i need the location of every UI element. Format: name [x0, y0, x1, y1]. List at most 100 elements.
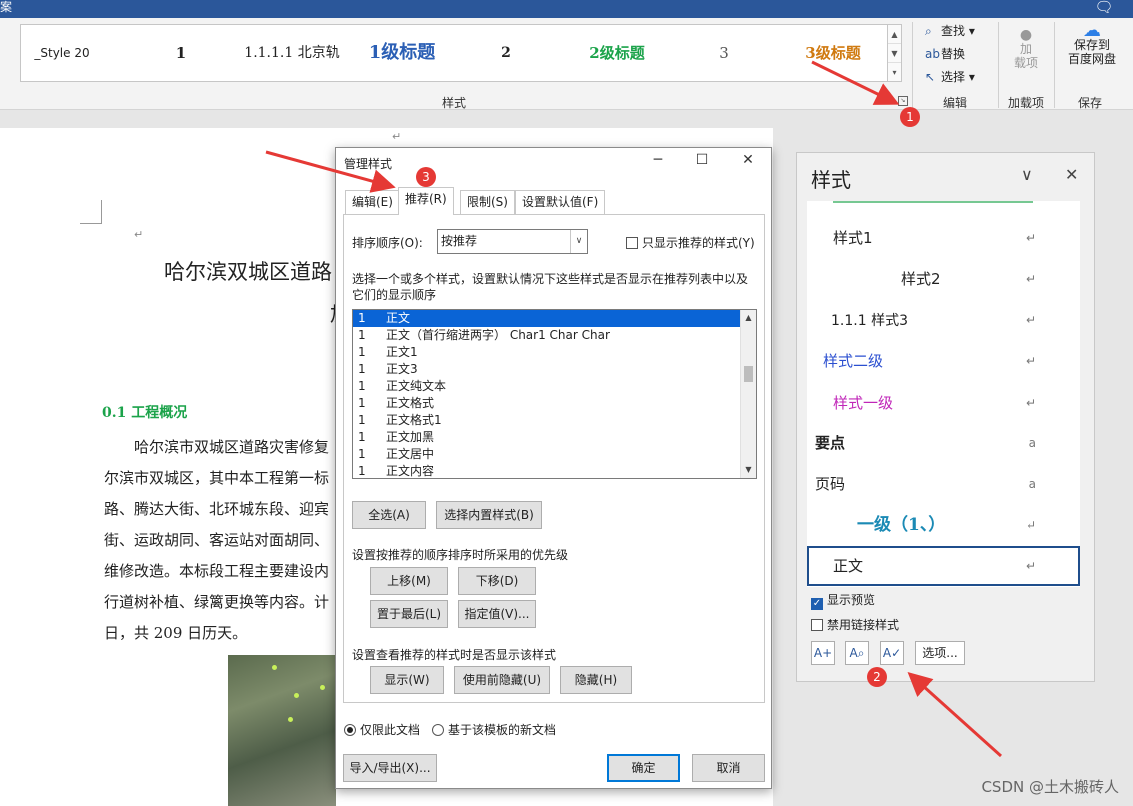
list-item[interactable]: 1 正文1 — [353, 344, 756, 361]
list-item[interactable]: 1 正文 — [353, 310, 756, 327]
style-list[interactable]: 1 正文 1 正文（首行缩进两字） Char1 Char Char 1 正文1 1 正文… — [352, 309, 757, 479]
clipped-list-item — [833, 201, 1033, 203]
ok-button[interactable]: 确定 — [607, 754, 680, 782]
select-all-button[interactable]: 全选(A) — [352, 501, 426, 529]
list-item[interactable]: 1 正文纯文本 — [353, 378, 756, 395]
checkbox-icon — [811, 619, 823, 631]
priority-label: 设置按推荐的顺序排序时所采用的优先级 — [352, 548, 569, 562]
close-icon[interactable]: ✕ — [1065, 165, 1078, 184]
styles-group-label: 样式 — [442, 96, 467, 110]
list-item[interactable]: 1 正文居中 — [353, 446, 756, 463]
minimize-icon[interactable]: ─ — [646, 152, 670, 168]
move-last-button[interactable]: 置于最后(L) — [370, 600, 448, 628]
gallery-scrollbar[interactable]: ▲ ▼ ▾ — [888, 24, 902, 82]
group-divider — [998, 22, 999, 108]
chevron-down-icon[interactable]: ∨ — [1021, 165, 1033, 184]
gallery-style-item[interactable]: 3级标题 — [793, 25, 873, 81]
window-title: 案 — [0, 0, 13, 14]
body-line: 路、腾达大街、北环城东段、迎宾 — [104, 500, 330, 518]
body-line: 日，共 209 日历天。 — [104, 624, 248, 642]
list-item[interactable]: 1 正文格式 — [353, 395, 756, 412]
cancel-button[interactable]: 取消 — [692, 754, 765, 782]
maximize-icon[interactable]: ☐ — [690, 152, 714, 168]
replace-button[interactable]: ab替换 — [925, 45, 965, 62]
map-marker — [288, 717, 293, 722]
gallery-more-icon[interactable]: ▾ — [888, 63, 901, 82]
find-button[interactable]: ⌕ 查找 ▾ — [925, 22, 975, 39]
dialog-title: 管理样式 — [344, 157, 393, 171]
hide-until-used-button[interactable]: 使用前隐藏(U) — [454, 666, 550, 694]
move-down-button[interactable]: 下移(D) — [458, 567, 536, 595]
only-recommended-checkbox[interactable]: 只显示推荐的样式(Y) — [626, 234, 755, 251]
list-item[interactable]: 1 正文（首行缩进两字） Char1 Char Char — [353, 327, 756, 344]
manage-styles-icon[interactable]: A✓ — [880, 641, 904, 665]
tab-set-defaults[interactable]: 设置默认值(F) — [515, 190, 606, 214]
style-item[interactable]: 页码 a — [807, 464, 1080, 504]
gallery-down-icon[interactable]: ▼ — [888, 44, 901, 63]
list-item[interactable]: 1 正文加黑 — [353, 429, 756, 446]
style-item[interactable]: 样式2 ↵ — [807, 259, 1080, 299]
new-documents-radio[interactable]: 基于该模板的新文档 — [432, 721, 556, 738]
checkmark-icon: ✓ — [811, 598, 823, 610]
list-item[interactable]: 1 正文3 — [353, 361, 756, 378]
only-this-document-radio[interactable]: 仅限此文档 — [344, 721, 420, 738]
style-item[interactable]: 要点 a — [807, 423, 1080, 463]
select-button[interactable]: ↖ 选择 ▾ — [925, 68, 975, 85]
hide-button[interactable]: 隐藏(H) — [560, 666, 632, 694]
style-item[interactable]: 样式1 ↵ — [807, 218, 1080, 258]
move-up-button[interactable]: 上移(M) — [370, 567, 448, 595]
list-item[interactable]: 1 正文格式1 — [353, 412, 756, 429]
search-icon: ⌕ — [925, 24, 932, 38]
cursor-icon: ↖ — [925, 70, 936, 84]
paragraph-mark: ↵ — [392, 130, 402, 143]
gallery-style-item[interactable]: 2 — [491, 25, 521, 81]
list-scrollbar[interactable]: ▲ ▼ — [740, 310, 756, 478]
watermark: CSDN @土木搬砖人 — [981, 778, 1119, 796]
gallery-style-item[interactable]: 2级标题 — [577, 25, 657, 81]
recommend-tab-panel: 排序顺序(O): 按推荐 ∨ 只显示推荐的样式(Y) 选择一个或多个样式，设置默… — [343, 214, 765, 703]
select-builtin-button[interactable]: 选择内置样式(B) — [436, 501, 542, 529]
save-to-baidu-button[interactable]: ☁ 保存到 百度网盘 — [1060, 20, 1124, 67]
close-icon[interactable]: ✕ — [736, 152, 760, 168]
style-item[interactable]: 样式二级 ↵ — [807, 341, 1080, 381]
new-style-icon[interactable]: A+ — [811, 641, 835, 665]
styles-dialog-launcher-icon[interactable]: ↘ — [898, 96, 908, 106]
map-marker — [320, 685, 325, 690]
disable-linked-styles-checkbox[interactable]: 禁用链接样式 — [811, 616, 899, 633]
show-button[interactable]: 显示(W) — [370, 666, 444, 694]
gallery-style-item[interactable]: _Style 20 — [27, 25, 97, 81]
comment-icon[interactable]: 🗨 — [1091, 0, 1117, 18]
tab-edit[interactable]: 编辑(E) — [345, 190, 400, 214]
cloud-icon: ☁ — [1083, 20, 1101, 41]
style-item[interactable]: 一级（1、） ↵ — [807, 505, 1080, 545]
scroll-thumb[interactable] — [744, 366, 753, 382]
style-item-selected[interactable]: 正文 ↵ — [807, 546, 1080, 586]
annotation-badge-2: 2 — [867, 667, 887, 687]
gallery-up-icon[interactable]: ▲ — [888, 25, 901, 44]
gallery-style-item[interactable]: 3 — [709, 25, 739, 81]
style-item[interactable]: 样式一级 ↵ — [807, 383, 1080, 423]
visibility-label: 设置查看推荐的样式时是否显示该样式 — [352, 648, 557, 662]
import-export-button[interactable]: 导入/导出(X)... — [343, 754, 437, 782]
list-item[interactable]: 1 正文内容 — [353, 463, 756, 478]
scroll-down-icon[interactable]: ▼ — [741, 462, 756, 478]
gallery-style-item[interactable]: 1级标题 — [357, 25, 447, 81]
tab-recommend[interactable]: 推荐(R) — [398, 187, 454, 215]
addin-icon: ● — [1019, 27, 1033, 43]
gallery-style-item[interactable]: 1.1.1.1 北京轨 — [237, 25, 347, 81]
addins-group-label: 加载项 — [1008, 96, 1045, 110]
scroll-up-icon[interactable]: ▲ — [741, 310, 756, 326]
show-preview-checkbox[interactable]: ✓ 显示预览 — [811, 591, 875, 610]
styles-list[interactable]: 样式1 ↵ 样式2 ↵ 1.1.1 样式3 ↵ 样式二级 ↵ 样式一级 ↵ 要点 a 页码 a… — [807, 201, 1080, 587]
sort-order-select[interactable]: 按推荐 ∨ — [437, 229, 588, 254]
map-marker — [294, 693, 299, 698]
assign-value-button[interactable]: 指定值(V)... — [458, 600, 536, 628]
gallery-style-item[interactable]: 1 — [161, 25, 201, 81]
addins-button[interactable]: ● 加 载项 — [1008, 28, 1044, 70]
style-inspector-icon[interactable]: A⌕ — [845, 641, 869, 665]
options-button[interactable]: 选项... — [915, 641, 965, 665]
style-item[interactable]: 1.1.1 样式3 ↵ — [807, 300, 1080, 340]
style-gallery[interactable]: _Style 20 1 1.1.1.1 北京轨 1级标题 2 2级标题 3 3级… — [20, 24, 888, 82]
radio-icon — [432, 724, 444, 736]
tab-restrict[interactable]: 限制(S) — [460, 190, 515, 214]
